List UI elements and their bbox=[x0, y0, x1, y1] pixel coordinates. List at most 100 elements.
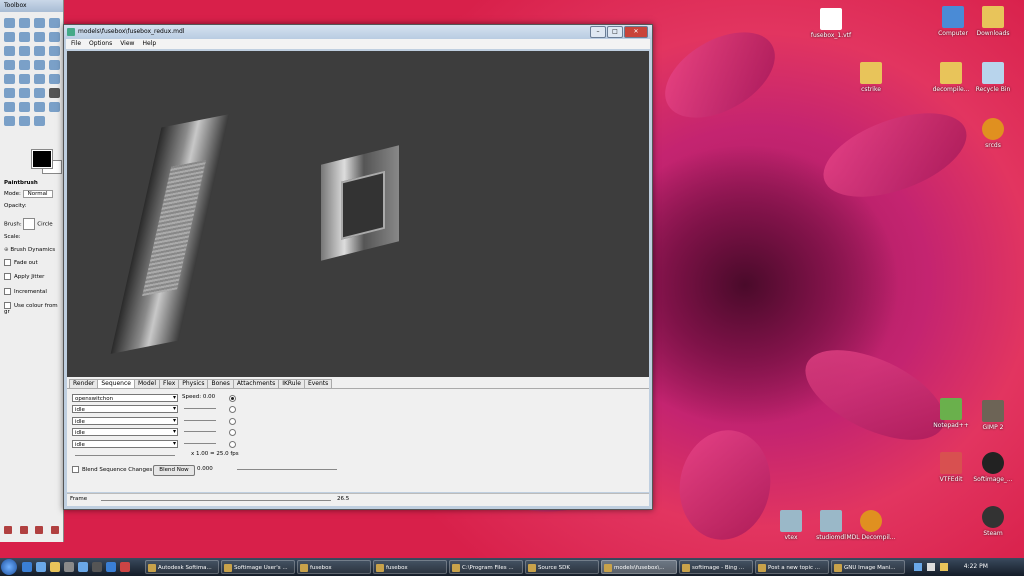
3d-viewport[interactable] bbox=[67, 51, 649, 377]
blend-row[interactable]: Blend Sequence Changes bbox=[72, 466, 152, 473]
minimize-button[interactable]: – bbox=[590, 26, 606, 38]
eraser-tool-icon[interactable] bbox=[4, 102, 15, 112]
speed-slider[interactable] bbox=[75, 455, 175, 456]
desktop-icon-steam[interactable]: Steam bbox=[968, 506, 1018, 537]
blend-now-button[interactable]: Blend Now bbox=[153, 465, 195, 476]
menu-file[interactable]: File bbox=[71, 39, 81, 49]
desktop-icon-downloads[interactable]: Downloads bbox=[968, 6, 1018, 37]
tab-ikrule[interactable]: IKRule bbox=[278, 379, 305, 388]
volume-icon[interactable] bbox=[926, 562, 935, 571]
color-select-tool-icon[interactable] bbox=[4, 32, 15, 42]
text-tool-icon[interactable] bbox=[49, 74, 60, 84]
weight-slider-4[interactable] bbox=[184, 431, 216, 432]
ellipse-select-tool-icon[interactable] bbox=[19, 18, 30, 28]
weight-slider-5[interactable] bbox=[184, 443, 216, 444]
maximize-button[interactable]: □ bbox=[607, 26, 623, 38]
menu-options[interactable]: Options bbox=[89, 39, 112, 49]
smudge-tool-icon[interactable] bbox=[19, 116, 30, 126]
tab-model[interactable]: Model bbox=[133, 379, 160, 388]
explorer-icon[interactable] bbox=[50, 562, 60, 572]
restore-options-icon[interactable] bbox=[19, 526, 28, 534]
tab-bones[interactable]: Bones bbox=[207, 379, 234, 388]
desktop-icon-gimp[interactable]: GIMP 2 bbox=[968, 400, 1018, 431]
taskbar-button[interactable]: Autodesk Softima... bbox=[145, 560, 219, 574]
shear-tool-icon[interactable] bbox=[4, 74, 15, 84]
brush-preview[interactable] bbox=[23, 218, 36, 230]
blend-tool-icon[interactable] bbox=[19, 88, 30, 98]
pencil-tool-icon[interactable] bbox=[34, 88, 45, 98]
desktop-icon-cstrike[interactable]: cstrike bbox=[846, 62, 896, 93]
taskbar-button[interactable]: C:\Program Files ... bbox=[449, 560, 523, 574]
sequence-select-3[interactable]: idle bbox=[72, 417, 178, 425]
ink-tool-icon[interactable] bbox=[34, 102, 45, 112]
flip-tool-icon[interactable] bbox=[34, 74, 45, 84]
weight-slider-2[interactable] bbox=[184, 408, 216, 409]
tray-icon[interactable] bbox=[939, 562, 948, 571]
quicklaunch-icon[interactable] bbox=[78, 562, 88, 572]
rect-select-tool-icon[interactable] bbox=[4, 18, 15, 28]
desktop-icon-softimage[interactable]: Softimage_... bbox=[968, 452, 1018, 483]
dodge-burn-tool-icon[interactable] bbox=[34, 116, 45, 126]
reset-options-icon[interactable] bbox=[51, 526, 60, 534]
desktop-icon-recycle-bin[interactable]: Recycle Bin bbox=[968, 62, 1018, 93]
quicklaunch-icon[interactable] bbox=[64, 562, 74, 572]
use-colour-row[interactable]: Use colour from gr bbox=[4, 302, 63, 315]
menu-help[interactable]: Help bbox=[142, 39, 156, 49]
zoom-tool-icon[interactable] bbox=[19, 46, 30, 56]
taskbar-button[interactable]: Softimage User's ... bbox=[221, 560, 295, 574]
desktop-icon-fusebox-vtf[interactable]: fusebox_1.vtf bbox=[806, 8, 856, 39]
color-picker-tool-icon[interactable] bbox=[4, 46, 15, 56]
save-options-icon[interactable] bbox=[3, 526, 12, 534]
frame-slider[interactable] bbox=[101, 500, 331, 501]
incremental-row[interactable]: Incremental bbox=[4, 288, 47, 295]
taskbar-button[interactable]: Post a new topic ... bbox=[755, 560, 829, 574]
sequence-select-4[interactable]: idle bbox=[72, 428, 178, 436]
tab-physics[interactable]: Physics bbox=[178, 379, 209, 388]
sequence-radio-5[interactable] bbox=[229, 441, 236, 448]
tab-events[interactable]: Events bbox=[303, 379, 333, 388]
use-colour-checkbox[interactable] bbox=[4, 302, 11, 309]
clock[interactable]: 4:22 PM bbox=[964, 563, 988, 570]
scissors-tool-icon[interactable] bbox=[19, 32, 30, 42]
weight-slider-3[interactable] bbox=[184, 420, 216, 421]
fuzzy-select-tool-icon[interactable] bbox=[49, 18, 60, 28]
show-desktop-icon[interactable] bbox=[22, 562, 32, 572]
foreground-color-swatch[interactable] bbox=[32, 150, 52, 168]
tab-sequence[interactable]: Sequence bbox=[97, 379, 135, 388]
clone-tool-icon[interactable] bbox=[49, 102, 60, 112]
sequence-select-1[interactable]: openswitchon bbox=[72, 394, 178, 402]
desktop-icon-srcds[interactable]: srcds bbox=[968, 118, 1018, 149]
blend-slider[interactable] bbox=[237, 469, 337, 470]
quicklaunch-icon[interactable] bbox=[120, 562, 130, 572]
incremental-checkbox[interactable] bbox=[4, 288, 11, 295]
sequence-radio-1[interactable] bbox=[229, 395, 236, 402]
window-titlebar[interactable]: models\fusebox\fusebox_redux.mdl – □ ✕ bbox=[64, 25, 652, 39]
sequence-radio-3[interactable] bbox=[229, 418, 236, 425]
sequence-radio-2[interactable] bbox=[229, 406, 236, 413]
ie-icon[interactable] bbox=[36, 562, 46, 572]
paths-tool-icon[interactable] bbox=[49, 32, 60, 42]
desktop-icon-mdl-decompiler[interactable]: MDL Decompil... bbox=[846, 510, 896, 541]
taskbar-button-active[interactable]: models\fusebox\... bbox=[601, 560, 677, 574]
delete-options-icon[interactable] bbox=[35, 526, 44, 534]
taskbar-button[interactable]: GNU Image Mani... bbox=[831, 560, 905, 574]
sequence-select-5[interactable]: idle bbox=[72, 440, 178, 448]
taskbar-button[interactable]: softimage - Bing ... bbox=[679, 560, 753, 574]
free-select-tool-icon[interactable] bbox=[34, 18, 45, 28]
menu-view[interactable]: View bbox=[120, 39, 134, 49]
quicklaunch-icon[interactable] bbox=[106, 562, 116, 572]
heal-tool-icon[interactable] bbox=[4, 116, 15, 126]
sequence-radio-4[interactable] bbox=[229, 429, 236, 436]
quicklaunch-icon[interactable] bbox=[92, 562, 102, 572]
move-tool-icon[interactable] bbox=[49, 46, 60, 56]
mode-select[interactable]: Normal bbox=[22, 190, 53, 198]
crop-tool-icon[interactable] bbox=[19, 60, 30, 70]
tab-attachments[interactable]: Attachments bbox=[232, 379, 280, 388]
airbrush-tool-icon[interactable] bbox=[19, 102, 30, 112]
tab-render[interactable]: Render bbox=[69, 379, 99, 388]
blend-checkbox[interactable] bbox=[72, 466, 79, 473]
brush-dynamics-row[interactable]: ⊕ Brush Dynamics bbox=[4, 247, 55, 253]
sequence-select-2[interactable]: idle bbox=[72, 405, 178, 413]
measure-tool-icon[interactable] bbox=[34, 46, 45, 56]
close-button[interactable]: ✕ bbox=[624, 26, 648, 38]
